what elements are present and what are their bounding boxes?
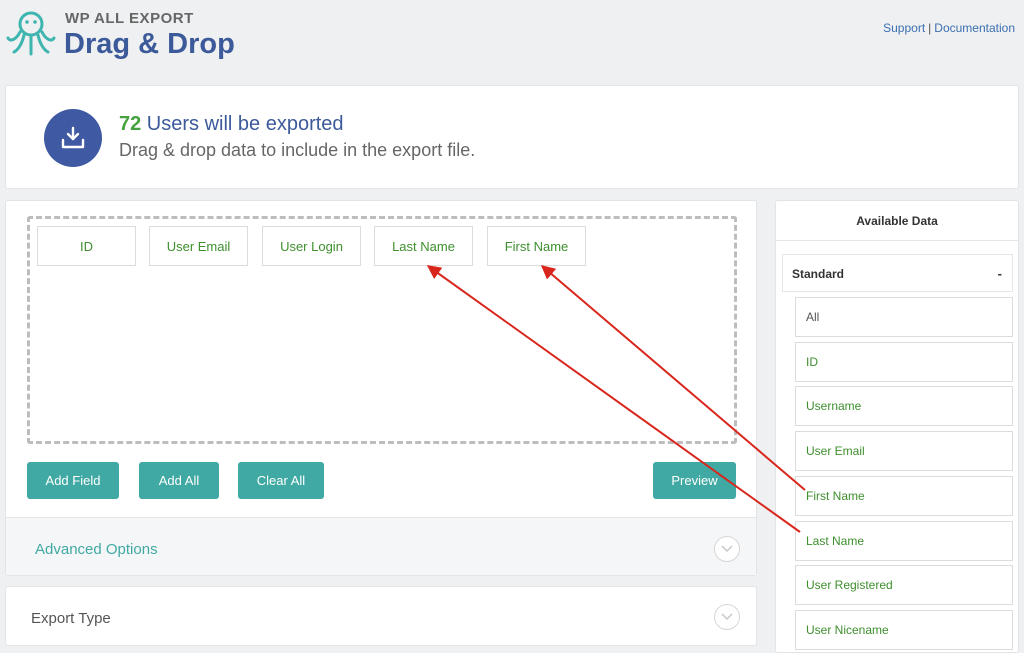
available-data-title: Available Data [776, 201, 1018, 241]
standard-group-header[interactable]: Standard - [782, 254, 1013, 292]
add-field-button[interactable]: Add Field [27, 462, 119, 499]
page-header: WP ALL EXPORT Drag & Drop Support | Docume… [0, 0, 1024, 80]
link-separator: | [928, 21, 932, 35]
export-instructions: Drag & drop data to include in the expor… [119, 140, 476, 160]
support-link[interactable]: Support [883, 21, 925, 35]
available-field[interactable]: User Nicename [795, 610, 1013, 650]
available-field[interactable]: User Registered [795, 565, 1013, 605]
standard-group-label: Standard [792, 267, 845, 281]
collapse-toggle[interactable]: - [998, 266, 1002, 281]
available-field[interactable]: Username [795, 386, 1013, 426]
preview-button[interactable]: Preview [653, 462, 736, 499]
add-all-button[interactable]: Add All [139, 462, 219, 499]
export-type-label: Export Type [31, 610, 111, 627]
octopus-logo-icon [6, 11, 56, 56]
export-fields-panel: ID User Email User Login Last Name First… [5, 200, 757, 576]
chevron-down-icon[interactable] [714, 536, 740, 562]
export-summary-card: 72 Users will be exported Drag & drop da… [5, 85, 1019, 189]
export-count-label: Users will be exported [141, 113, 344, 135]
available-field[interactable]: Last Name [795, 521, 1013, 561]
top-links: Support | Documentation [883, 21, 1015, 35]
field-dropzone[interactable]: ID User Email User Login Last Name First… [27, 216, 737, 444]
selected-field[interactable]: First Name [487, 226, 586, 266]
export-count-headline: 72 Users will be exported [119, 113, 344, 136]
download-icon [44, 109, 102, 167]
available-field[interactable]: First Name [795, 476, 1013, 516]
selected-field[interactable]: Last Name [374, 226, 473, 266]
advanced-options-section[interactable]: Advanced Options [6, 517, 756, 575]
available-field[interactable]: All [795, 297, 1013, 337]
selected-field[interactable]: User Email [149, 226, 248, 266]
documentation-link[interactable]: Documentation [934, 21, 1015, 35]
export-count: 72 [119, 113, 142, 135]
available-data-sidebar: Available Data Standard - All ID Usernam… [775, 200, 1019, 653]
selected-field[interactable]: ID [37, 226, 136, 266]
export-type-section[interactable]: Export Type [5, 586, 757, 646]
available-field[interactable]: User Email [795, 431, 1013, 471]
clear-all-button[interactable]: Clear All [238, 462, 324, 499]
advanced-options-label: Advanced Options [35, 541, 158, 558]
selected-field[interactable]: User Login [262, 226, 361, 266]
brand-subtitle: WP ALL EXPORT [65, 10, 194, 27]
page-title: Drag & Drop [64, 28, 235, 60]
chevron-down-icon[interactable] [714, 604, 740, 630]
available-field[interactable]: ID [795, 342, 1013, 382]
